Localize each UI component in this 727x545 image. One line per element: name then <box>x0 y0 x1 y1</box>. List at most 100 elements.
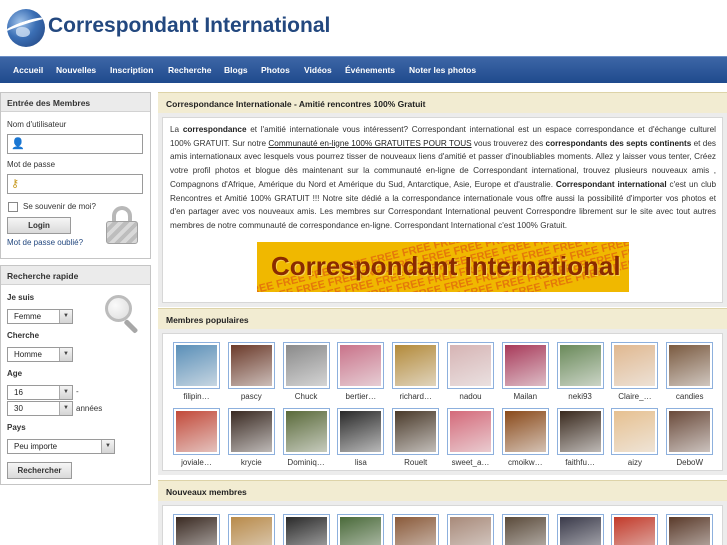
age-dash: - <box>76 387 79 396</box>
member-name[interactable]: DeboW <box>662 458 717 467</box>
member-photo[interactable] <box>611 408 659 455</box>
new-members-box <box>158 501 727 545</box>
member-photo[interactable] <box>447 514 494 545</box>
member-photo[interactable] <box>666 342 714 389</box>
remember-checkbox[interactable] <box>8 202 18 212</box>
nav-recherche[interactable]: Recherche <box>168 65 211 75</box>
member-name[interactable]: lisa <box>333 458 388 467</box>
member-photo[interactable] <box>282 514 330 545</box>
member-photo[interactable] <box>337 342 385 389</box>
member-name[interactable]: joviale… <box>169 458 224 467</box>
age-to-select[interactable]: 30 ▼ <box>7 401 73 416</box>
member-photo-image <box>559 345 601 386</box>
member-photo[interactable] <box>337 514 385 545</box>
member-photo[interactable] <box>282 408 330 455</box>
username-label: Nom d'utilisateur <box>7 120 67 129</box>
site-title[interactable]: Correspondant International <box>48 14 330 38</box>
member-photo[interactable] <box>556 408 604 455</box>
member-photo[interactable] <box>611 342 659 389</box>
popular-box: filipin… pascy Chuck bertier… richard… nadou M… <box>158 329 727 475</box>
member-name[interactable]: faithfu… <box>553 458 608 467</box>
password-input[interactable]: ⚷ <box>7 174 143 194</box>
username-input[interactable]: 👤 <box>7 134 143 154</box>
login-button[interactable]: Login <box>7 217 71 234</box>
password-label: Mot de passe <box>7 160 56 169</box>
globe-logo-icon[interactable] <box>7 9 45 47</box>
nav-inscription[interactable]: Inscription <box>110 65 153 75</box>
member-photo-image <box>450 411 491 452</box>
seeking-value: Homme <box>14 350 43 359</box>
member-photo[interactable] <box>173 342 220 389</box>
magnifier-icon <box>103 295 143 335</box>
search-button[interactable]: Rechercher <box>7 462 72 479</box>
member-photo-image <box>450 517 491 545</box>
member-photo[interactable] <box>392 408 440 455</box>
member-photo[interactable] <box>501 514 549 545</box>
nav-videos[interactable]: Vidéos <box>304 65 332 75</box>
member-name[interactable]: Dominiq… <box>279 458 334 467</box>
member-photo-image <box>395 517 437 545</box>
member-photo-image <box>504 517 546 545</box>
chevron-down-icon: ▼ <box>59 348 72 361</box>
key-icon: ⚷ <box>11 177 20 190</box>
user-icon: 👤 <box>11 137 25 150</box>
nav-photos[interactable]: Photos <box>261 65 290 75</box>
member-photo[interactable] <box>227 408 275 455</box>
member-photo-image <box>395 345 437 386</box>
member-photo[interactable] <box>447 408 494 455</box>
community-link[interactable]: Communauté en-ligne 100% GRATUITES POUR … <box>268 139 471 148</box>
member-name[interactable]: cmoikw… <box>498 458 553 467</box>
member-photo[interactable] <box>447 342 494 389</box>
nav-blogs[interactable]: Blogs <box>224 65 248 75</box>
member-photo[interactable] <box>392 514 440 545</box>
nav-accueil[interactable]: Accueil <box>13 65 43 75</box>
member-photo[interactable] <box>282 342 330 389</box>
member-photo[interactable] <box>227 514 275 545</box>
quick-search-title: Recherche rapide <box>1 266 150 285</box>
iam-select[interactable]: Femme ▼ <box>7 309 73 324</box>
member-photo[interactable] <box>556 514 604 545</box>
popular-title: Membres populaires <box>158 308 727 329</box>
member-photo[interactable] <box>501 408 549 455</box>
age-from-value: 16 <box>14 388 23 397</box>
member-name[interactable]: nadou <box>443 392 498 401</box>
nav-noter-photos[interactable]: Noter les photos <box>409 65 476 75</box>
member-name[interactable]: candies <box>662 392 717 401</box>
member-name[interactable]: aizy <box>607 458 662 467</box>
country-select[interactable]: Peu importe ▼ <box>7 439 115 454</box>
intro-box: La correspondance et l'amitié internatio… <box>158 113 727 307</box>
promo-banner[interactable]: FREE FREE FREE FREE FREE FREE FREE FREE … <box>257 242 629 292</box>
member-photo[interactable] <box>173 514 220 545</box>
member-photo-image <box>176 345 217 386</box>
member-name[interactable]: Mailan <box>498 392 553 401</box>
member-photo[interactable] <box>611 514 659 545</box>
member-photo[interactable] <box>173 408 220 455</box>
nav-nouvelles[interactable]: Nouvelles <box>56 65 96 75</box>
seeking-select[interactable]: Homme ▼ <box>7 347 73 362</box>
member-name[interactable]: krycie <box>224 458 279 467</box>
member-photo[interactable] <box>392 342 440 389</box>
member-name[interactable]: Chuck <box>279 392 334 401</box>
member-photo[interactable] <box>556 342 604 389</box>
forgot-password-link[interactable]: Mot de passe oublié? <box>7 238 83 247</box>
member-photo[interactable] <box>227 342 275 389</box>
member-name[interactable]: richard… <box>388 392 443 401</box>
member-name[interactable]: Claire_… <box>607 392 662 401</box>
member-name[interactable]: Rouelt <box>388 458 443 467</box>
member-name[interactable]: bertier… <box>333 392 388 401</box>
member-photo[interactable] <box>666 408 714 455</box>
iam-value: Femme <box>14 312 42 321</box>
country-value: Peu importe <box>14 442 58 451</box>
member-photo[interactable] <box>501 342 549 389</box>
remember-label: Se souvenir de moi? <box>23 202 96 211</box>
chevron-down-icon: ▼ <box>59 386 72 399</box>
country-label: Pays <box>7 423 26 432</box>
age-from-select[interactable]: 16 ▼ <box>7 385 73 400</box>
member-name[interactable]: filipin… <box>169 392 224 401</box>
nav-evenements[interactable]: Événements <box>345 65 395 75</box>
member-photo[interactable] <box>666 514 714 545</box>
member-name[interactable]: neki93 <box>553 392 608 401</box>
member-name[interactable]: pascy <box>224 392 279 401</box>
member-name[interactable]: sweet_a… <box>443 458 498 467</box>
member-photo[interactable] <box>337 408 385 455</box>
